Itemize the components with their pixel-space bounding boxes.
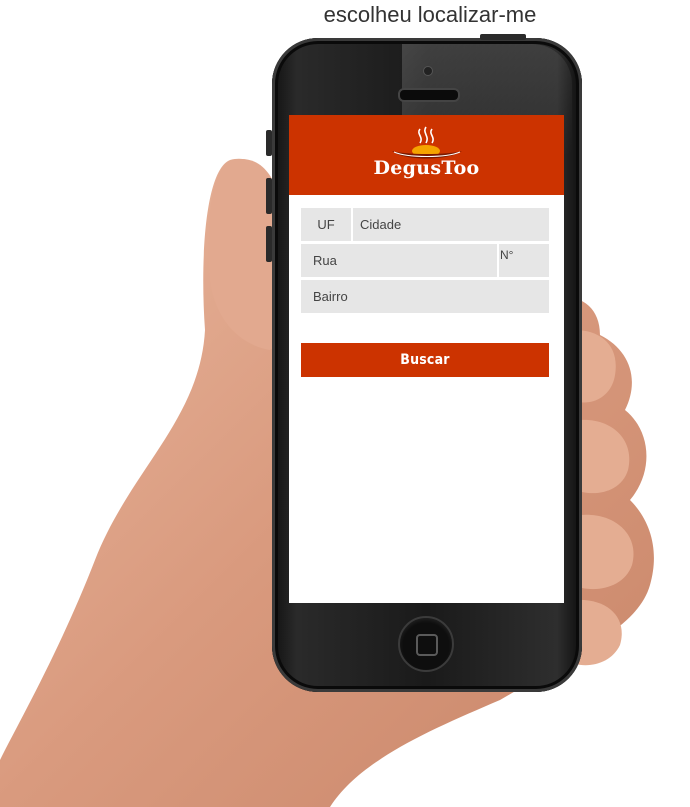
cidade-input[interactable] [353, 208, 549, 241]
home-button-icon [416, 634, 438, 656]
volume-down-button [266, 226, 272, 262]
phone-screen: DegusToo N° Buscar [289, 115, 564, 603]
uf-input[interactable] [301, 208, 351, 241]
numero-label: N° [500, 248, 514, 262]
volume-up-button [266, 178, 272, 214]
power-button [480, 34, 526, 40]
rua-input[interactable] [301, 244, 497, 277]
app-header: DegusToo [289, 115, 564, 195]
mute-switch [266, 130, 272, 156]
speaker-grille [398, 88, 460, 102]
buscar-button[interactable]: Buscar [301, 343, 549, 377]
home-button[interactable] [398, 616, 454, 672]
camera-icon [423, 66, 433, 76]
brand-name: DegusToo [373, 157, 480, 179]
bairro-input[interactable] [301, 280, 549, 313]
